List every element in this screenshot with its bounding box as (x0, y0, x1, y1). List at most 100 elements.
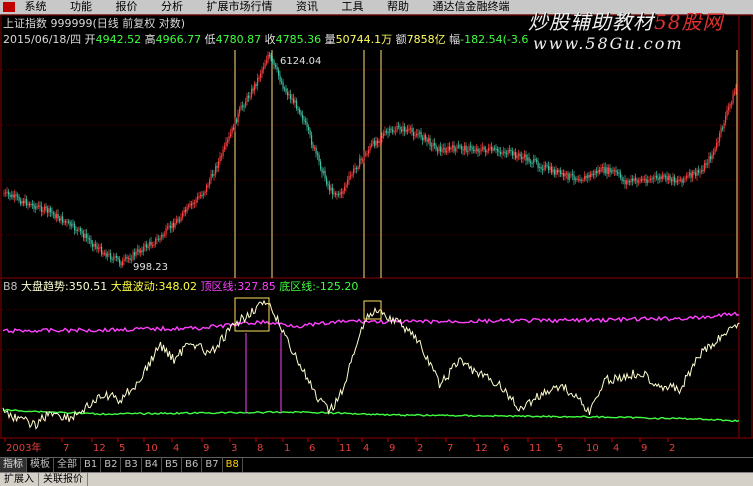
candle-body (536, 159, 538, 162)
candle-body (672, 176, 674, 182)
candle-body (119, 259, 121, 264)
candle-body (35, 206, 37, 209)
candle-body (53, 213, 55, 215)
candle-body (177, 219, 179, 221)
candle-body (527, 157, 529, 161)
tab-b2[interactable]: B2 (101, 458, 122, 472)
candle-body (162, 235, 164, 237)
candle-body (564, 173, 566, 177)
candle-body (158, 238, 160, 240)
bottom-tab-extended[interactable]: 扩展入 (0, 473, 39, 486)
candle-body (98, 248, 100, 250)
candle-body (524, 154, 526, 158)
candle-body (332, 187, 334, 195)
tab-b1[interactable]: B1 (81, 458, 102, 472)
tab-b8[interactable]: B8 (223, 458, 243, 472)
stock-chart[interactable]: 6124.04 998.23 2003年 7 12 5 10 4 9 3 8 1 6 11 4 9 2 7 12… (0, 0, 753, 457)
candle-body (453, 145, 455, 152)
tab-b6[interactable]: B6 (182, 458, 203, 472)
tab-b5[interactable]: B5 (162, 458, 183, 472)
candle-body (357, 167, 359, 169)
candle-body (627, 180, 629, 182)
candle-body (381, 136, 383, 138)
candle-body (291, 98, 293, 100)
candle-body (662, 175, 664, 179)
candle-body (233, 127, 235, 130)
candle-body (8, 191, 10, 195)
candle-body (56, 213, 58, 219)
candle-body (690, 172, 692, 178)
indicator-wave-value: 348.02 (158, 280, 197, 293)
axis-label: 11 (529, 443, 542, 454)
candle-body (93, 244, 95, 247)
candle-body (522, 157, 524, 159)
tab-all[interactable]: 全部 (54, 458, 81, 472)
tab-template[interactable]: 模板 (27, 458, 54, 472)
quote-volume: 50744.1万 (335, 33, 393, 46)
candle-body (455, 148, 457, 152)
candle-body (554, 169, 556, 175)
candle-body (423, 134, 425, 141)
candle-body (636, 180, 638, 183)
candle-body (717, 141, 719, 143)
candle-body (194, 202, 196, 204)
candle-body (152, 245, 154, 247)
candle-body (495, 148, 497, 150)
candle-body (533, 158, 535, 164)
candle-body (275, 65, 277, 67)
candle-body (444, 147, 446, 153)
bottom-tab-related-quote[interactable]: 关联报价 (39, 473, 88, 486)
tab-b7[interactable]: B7 (202, 458, 223, 472)
candle-body (282, 82, 284, 89)
candle-body (401, 129, 403, 132)
candle-body (452, 145, 454, 148)
candle-body (618, 172, 620, 174)
candle-body (105, 252, 107, 257)
candle-body (456, 145, 458, 149)
candle-body (209, 180, 211, 186)
candle-body (513, 152, 515, 156)
candle-body (573, 175, 575, 181)
candle-body (599, 170, 601, 172)
candle-body (576, 178, 578, 180)
candle-body (195, 199, 197, 203)
candle-body (579, 179, 581, 181)
quote-high: 4966.77 (155, 33, 202, 46)
axis-label: 6 (309, 443, 315, 454)
candle-body (86, 233, 88, 238)
candle-body (254, 84, 256, 91)
candle-body (629, 181, 631, 183)
candle-body (273, 61, 275, 66)
candle-body (107, 253, 109, 257)
candle-body (185, 209, 187, 212)
candle-body (414, 135, 416, 137)
candle-body (120, 263, 122, 266)
candle-body (138, 249, 140, 253)
candle-body (354, 167, 356, 169)
axis-label: 5 (557, 443, 563, 454)
candle-body (186, 206, 188, 212)
candle-body (438, 146, 440, 152)
candle-body (23, 201, 25, 204)
candle-body (281, 81, 283, 83)
candle-body (65, 221, 67, 223)
candle-body (207, 185, 209, 187)
vertical-markers (234, 50, 738, 278)
tab-indicator[interactable]: 指标 (0, 458, 27, 472)
candle-body (384, 131, 386, 134)
candle-body (110, 253, 112, 260)
candle-body (468, 146, 470, 152)
candle-body (69, 221, 71, 227)
tab-b3[interactable]: B3 (121, 458, 142, 472)
tab-b4[interactable]: B4 (142, 458, 162, 472)
axis-label: 4 (173, 443, 179, 454)
candle-body (641, 179, 643, 181)
candle-body (557, 169, 559, 173)
indicator-lines (2, 297, 740, 430)
candle-body (12, 194, 14, 198)
candle-body (290, 94, 292, 100)
candle-body (512, 151, 514, 156)
candle-body (551, 166, 553, 173)
indicator-bottom-value: -125.20 (315, 280, 359, 293)
candle-body (80, 228, 82, 232)
